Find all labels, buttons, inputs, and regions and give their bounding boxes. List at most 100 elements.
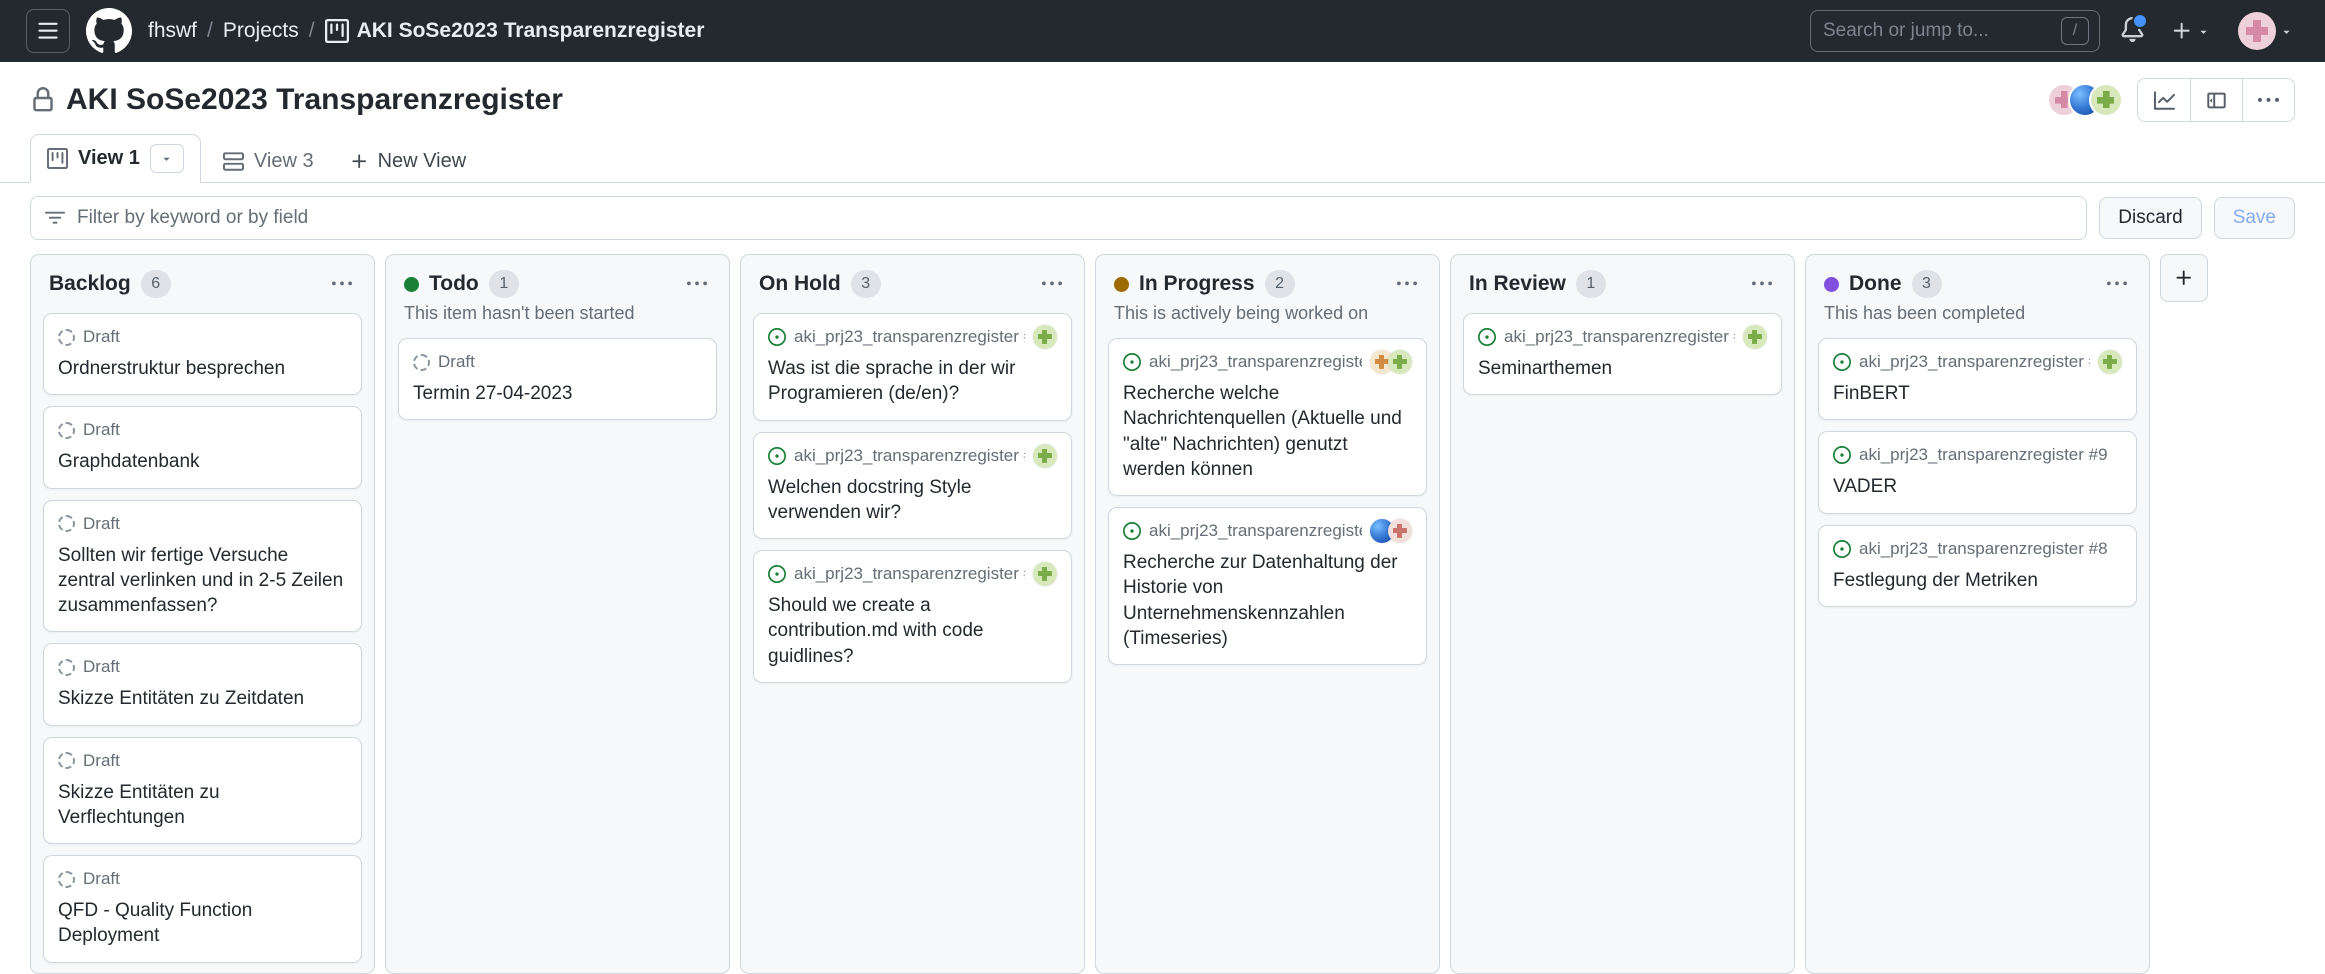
column-in-review: In Review 1 aki_prj23_transparenzregiste… [1450,254,1795,974]
column-name: Done [1849,272,1902,296]
slash-shortcut-key: / [2061,17,2089,45]
card[interactable]: Draft Skizze Entitäten zu Verflechtungen [43,737,362,845]
insights-button[interactable] [2138,79,2190,121]
column-todo: Todo 1 This item hasn't been started Dra… [385,254,730,974]
card[interactable]: aki_prj23_transparenzregister #8 Festleg… [1818,525,2137,607]
card[interactable]: aki_prj23_transparenzregister #2 Recherc… [1108,507,1427,665]
draft-icon [58,515,75,532]
draft-icon [413,354,430,371]
draft-icon [58,871,75,888]
draft-icon [58,422,75,439]
user-avatar-menu[interactable] [2232,11,2299,51]
issue-open-icon [768,447,786,465]
filter-input-box[interactable] [30,196,2087,240]
card-repo-ref: aki_prj23_transparenzregister #10 [1504,327,1735,347]
card-title[interactable]: VADER [1833,474,2122,499]
tab-view-1[interactable]: View 1 [30,134,201,183]
project-toolbar [2137,78,2295,122]
column-count-badge: 6 [141,270,171,298]
card-title[interactable]: Termin 27-04-2023 [413,381,702,406]
column-menu-button[interactable] [1748,270,1776,298]
card-title[interactable]: Festlegung der Metriken [1833,568,2122,593]
save-button[interactable]: Save [2214,197,2295,239]
discard-button[interactable]: Discard [2099,197,2201,239]
card-title[interactable]: Should we create a contribution.md with … [768,593,1057,669]
green-avatar [1033,562,1057,586]
card-title[interactable]: Recherche welche Nachrichtenquellen (Akt… [1123,381,1412,482]
tab-view-3[interactable]: View 3 [207,141,330,182]
tab-label: View 3 [254,150,314,173]
card-title[interactable]: Skizze Entitäten zu Zeitdaten [58,686,347,711]
card-title[interactable]: Seminarthemen [1478,356,1767,381]
card-type-label: Draft [83,420,339,440]
column-menu-button[interactable] [683,270,711,298]
global-header: fhswf / Projects / AKI SoSe2023 Transpar… [0,0,2325,62]
project-member-avatars[interactable] [2049,85,2121,115]
new-view-button[interactable]: New View [336,141,481,182]
green-avatar [1033,444,1057,468]
github-logo-icon[interactable] [86,8,132,54]
tab-options-caret[interactable] [150,144,184,173]
breadcrumb-separator: / [309,19,315,43]
add-column-button[interactable] [2160,254,2208,302]
card-type-label: Draft [83,869,339,889]
card[interactable]: aki_prj23_transparenzregister #3 Recherc… [1108,338,1427,496]
search-input[interactable] [1821,19,2053,43]
card[interactable]: Draft QFD - Quality Function Deployment [43,855,362,963]
card-title[interactable]: Ordnerstruktur besprechen [58,356,347,381]
card[interactable]: Draft Ordnerstruktur besprechen [43,313,362,395]
card[interactable]: aki_prj23_transparenzregister #5 FinBERT [1818,338,2137,420]
column-menu-button[interactable] [1393,270,1421,298]
column-menu-button[interactable] [2103,270,2131,298]
card-avatars [1743,325,1767,349]
global-search-box[interactable]: / [1810,10,2100,52]
column-menu-button[interactable] [1038,270,1066,298]
card[interactable]: aki_prj23_transparenzregister #11 Was is… [753,313,1072,421]
breadcrumb-project-link[interactable]: AKI SoSe2023 Transparenzregister [325,19,705,43]
member-avatar [2091,85,2121,115]
breadcrumb-org-link[interactable]: fhswf [148,19,197,43]
card-repo-ref: aki_prj23_transparenzregister #11 [794,327,1025,347]
card[interactable]: Draft Sollten wir fertige Versuche zentr… [43,500,362,633]
notifications-bell-icon[interactable] [2116,13,2149,49]
column-name: On Hold [759,272,841,296]
card-title[interactable]: Graphdatenbank [58,449,347,474]
column-menu-button[interactable] [328,270,356,298]
card-avatars [1370,519,1412,543]
card-title[interactable]: Skizze Entitäten zu Verflechtungen [58,780,347,831]
card-repo-ref: aki_prj23_transparenzregister #5 [1859,352,2090,372]
card[interactable]: aki_prj23_transparenzregister #12 Should… [753,550,1072,683]
issue-open-icon [1123,353,1141,371]
card-title[interactable]: Sollten wir fertige Versuche zentral ver… [58,543,347,619]
draft-icon [58,752,75,769]
card-title[interactable]: Welchen docstring Style verwenden wir? [768,475,1057,526]
hamburger-menu-button[interactable] [26,9,70,53]
column-on-hold: On Hold 3 aki_prj23_transparenzregister … [740,254,1085,974]
lock-icon [30,87,56,113]
card-title[interactable]: Recherche zur Datenhaltung der Historie … [1123,550,1412,651]
card[interactable]: Draft Termin 27-04-2023 [398,338,717,420]
filter-input[interactable] [75,206,2072,230]
column-count-badge: 1 [1576,270,1606,298]
card-type-label: Draft [83,657,339,677]
column-count-badge: 3 [1912,270,1942,298]
card[interactable]: Draft Graphdatenbank [43,406,362,488]
card-type-label: Draft [83,327,339,347]
project-menu-button[interactable] [2242,79,2294,121]
card-title[interactable]: QFD - Quality Function Deployment [58,898,347,949]
create-new-button[interactable] [2165,19,2216,43]
card-repo-ref: aki_prj23_transparenzregister #3 [1149,352,1362,372]
card-repo-ref: aki_prj23_transparenzregister #8 [1859,539,2114,559]
card-title[interactable]: FinBERT [1833,381,2122,406]
column-backlog: Backlog 6 Draft Ordnerstruktur bespreche… [30,254,375,974]
card[interactable]: Draft Skizze Entitäten zu Zeitdaten [43,643,362,725]
column-count-badge: 2 [1265,270,1295,298]
side-panel-button[interactable] [2190,79,2242,121]
card[interactable]: aki_prj23_transparenzregister #9 VADER [1818,431,2137,513]
issue-open-icon [1833,446,1851,464]
card[interactable]: aki_prj23_transparenzregister #7 Welchen… [753,432,1072,540]
card[interactable]: aki_prj23_transparenzregister #10 Semina… [1463,313,1782,395]
breadcrumb-projects-link[interactable]: Projects [223,19,299,43]
card-title[interactable]: Was ist die sprache in der wir Programie… [768,356,1057,407]
card-type-label: Draft [83,751,339,771]
